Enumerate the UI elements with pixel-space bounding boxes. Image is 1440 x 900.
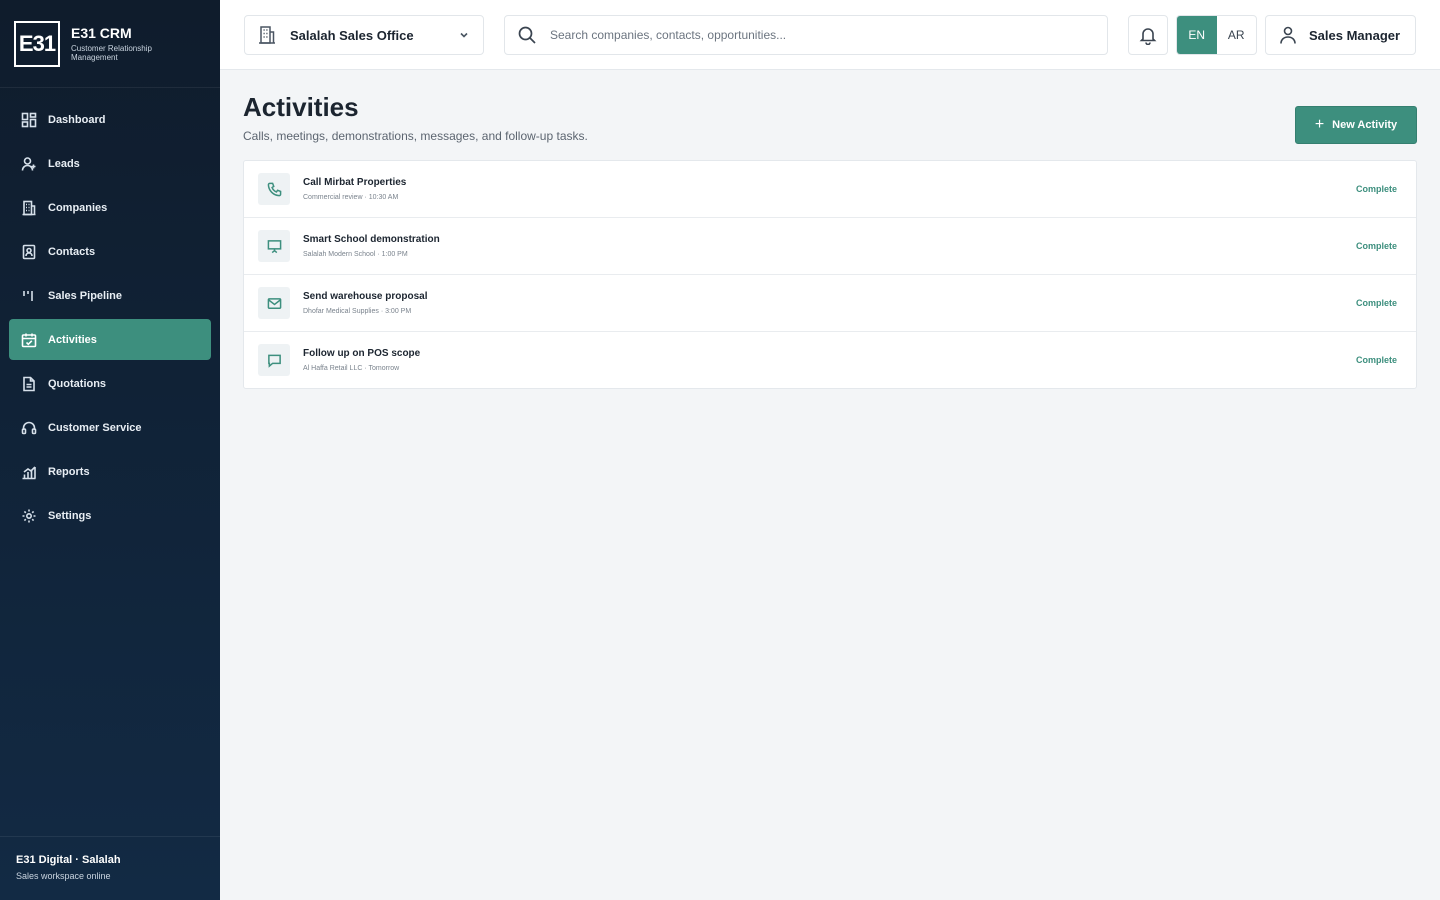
language-switcher: EN AR [1176,15,1257,55]
page-title: Activities [243,92,359,122]
sidebar-item-label: Reports [48,465,90,478]
top-bar: Salalah Sales Office EN AR Sales Manager [220,0,1440,70]
chart-icon [20,463,38,481]
sidebar-item-label: Dashboard [48,113,106,126]
sidebar-item-activities[interactable]: Activities [9,319,211,360]
building-icon [20,199,38,217]
sidebar-item-quotations[interactable]: Quotations [9,363,211,404]
sidebar-footer: E31 Digital · Salalah Sales workspace on… [0,836,220,900]
lang-en-button[interactable]: EN [1177,16,1217,54]
chat-icon [258,344,290,376]
list-item[interactable]: Send warehouse proposal Dhofar Medical S… [244,275,1416,332]
mail-icon [258,287,290,319]
sidebar-item-label: Contacts [48,245,96,258]
complete-button[interactable]: Complete [1356,355,1397,365]
activity-title: Call Mirbat Properties [303,177,407,188]
office-name: Salalah Sales Office [290,27,414,43]
search-icon [518,26,536,44]
activity-meta: Al Haffa Retail LLC · Tomorrow [303,365,400,372]
contact-card-icon [20,243,38,261]
lang-ar-button[interactable]: AR [1217,16,1257,54]
sidebar-item-label: Leads [48,157,80,170]
brand-subtitle: Customer Relationship Management [71,44,152,62]
sidebar-item-label: Settings [48,509,92,522]
sidebar-item-settings[interactable]: Settings [9,495,211,536]
complete-button[interactable]: Complete [1356,298,1397,308]
sidebar-item-companies[interactable]: Companies [9,187,211,228]
activities-list: Call Mirbat Properties Commercial review… [243,160,1417,389]
sidebar-nav: Dashboard Leads Companies Contacts Sales… [0,88,220,536]
pipeline-icon [20,287,38,305]
new-activity-button[interactable]: + New Activity [1295,106,1417,144]
plus-icon: + [1314,116,1325,133]
bell-icon [1139,28,1157,45]
search-bar [504,15,1108,55]
activity-meta: Commercial review · 10:30 AM [303,194,399,201]
sidebar-item-reports[interactable]: Reports [9,451,211,492]
document-icon [20,375,38,393]
activity-meta: Dhofar Medical Supplies · 3:00 PM [303,308,412,315]
page-subtitle: Calls, meetings, demonstrations, message… [243,129,588,143]
gear-icon [20,507,38,525]
sidebar: E31 E31 CRM Customer Relationship Manage… [0,0,220,900]
sidebar-item-label: Sales Pipeline [48,289,122,302]
user-icon [1280,26,1296,44]
list-item[interactable]: Call Mirbat Properties Commercial review… [244,161,1416,218]
brand: E31 E31 CRM Customer Relationship Manage… [0,0,220,88]
search-input[interactable] [550,28,1070,42]
sidebar-item-contacts[interactable]: Contacts [9,231,211,272]
brand-text: E31 CRM Customer Relationship Management [71,25,171,62]
user-menu[interactable]: Sales Manager [1265,15,1416,55]
presentation-icon [258,230,290,262]
user-role: Sales Manager [1309,27,1401,43]
sidebar-item-dashboard[interactable]: Dashboard [9,99,211,140]
calendar-check-icon [20,331,38,349]
footer-status: Sales workspace online [16,871,111,881]
sidebar-item-label: Quotations [48,377,107,390]
office-selector[interactable]: Salalah Sales Office [244,15,484,55]
brand-logo[interactable]: E31 [14,20,60,67]
sidebar-item-leads[interactable]: Leads [9,143,211,184]
brand-name: E31 CRM [71,25,132,41]
phone-icon [258,173,290,205]
dashboard-icon [20,111,38,129]
sidebar-item-label: Activities [48,333,97,346]
sidebar-item-label: Companies [48,201,108,214]
list-item[interactable]: Follow up on POS scope Al Haffa Retail L… [244,332,1416,389]
sidebar-item-label: Customer Service [48,421,142,434]
sidebar-item-customer-service[interactable]: Customer Service [9,407,211,448]
activity-title: Follow up on POS scope [303,348,421,359]
new-activity-label: New Activity [1332,119,1398,131]
complete-button[interactable]: Complete [1356,241,1397,251]
sidebar-item-sales-pipeline[interactable]: Sales Pipeline [9,275,211,316]
list-item[interactable]: Smart School demonstration Salalah Moder… [244,218,1416,275]
footer-org: E31 Digital · Salalah [16,854,121,866]
headset-icon [20,419,38,437]
activity-title: Send warehouse proposal [303,291,428,302]
activity-title: Smart School demonstration [303,234,440,245]
building-icon [257,25,277,45]
activity-meta: Salalah Modern School · 1:00 PM [303,251,408,258]
chevron-down-icon [457,28,471,42]
user-add-icon [20,155,38,173]
complete-button[interactable]: Complete [1356,184,1397,194]
notifications-button[interactable] [1128,15,1168,55]
